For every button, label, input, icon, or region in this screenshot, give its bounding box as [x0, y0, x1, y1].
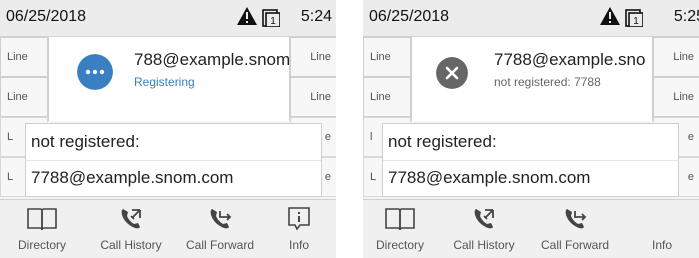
line-key-label: Line — [370, 91, 391, 103]
line-indicator-icon: 1 — [625, 9, 643, 27]
warning-icon — [600, 7, 620, 25]
registration-status: Registering — [134, 75, 195, 89]
line-key-area: Line Line l L Line Line e e 7788@example… — [363, 37, 699, 199]
line-key-right-1[interactable]: Line — [653, 37, 699, 77]
svg-text:1: 1 — [270, 16, 276, 27]
line-key-area: Line Line L L Line Line e e 788@example.… — [0, 37, 336, 199]
registering-icon — [77, 54, 113, 90]
line-key-left-2[interactable]: Line — [363, 77, 411, 117]
warning-icon — [237, 7, 257, 25]
line-key-right-2[interactable]: Line — [290, 77, 336, 117]
line-key-right-1[interactable]: Line — [290, 37, 336, 77]
line-key-label: Line — [673, 51, 694, 63]
call-history-softkey[interactable]: Call History — [84, 200, 178, 258]
softkey-label: Call History — [100, 238, 162, 252]
line-key-label: e — [687, 131, 694, 143]
softkey-bar: Directory Call History Call Forward Info — [363, 199, 699, 258]
softkey-label: Call History — [453, 238, 515, 252]
call-history-softkey[interactable]: Call History — [437, 200, 531, 258]
registration-status: not registered: 7788 — [494, 75, 601, 89]
message-account: 7788@example.snom.com — [31, 168, 234, 187]
line-key-left-1[interactable]: Line — [363, 37, 411, 77]
status-bar: 06/25/2018 1 5:25 — [363, 0, 699, 37]
message-account: 7788@example.snom.com — [388, 168, 591, 187]
softkey-label: Call Forward — [185, 238, 254, 252]
registration-popup: 7788@example.sno not registered: 7788 — [411, 37, 653, 121]
call-history-icon — [121, 209, 141, 229]
directory-softkey[interactable]: Directory — [363, 200, 437, 258]
message-title: not registered: — [388, 132, 497, 151]
softkey-label: Directory — [17, 238, 66, 252]
status-bar: 06/25/2018 1 5:24 — [0, 0, 336, 37]
softkey-label: Call Forward — [540, 238, 609, 252]
line-key-label: Line — [673, 91, 694, 103]
line-key-label: Line — [7, 51, 28, 63]
line-key-left-1[interactable]: Line — [0, 37, 48, 77]
message-divider — [26, 160, 321, 161]
line-key-label: e — [324, 131, 331, 143]
call-history-icon — [474, 209, 494, 229]
message-box: not registered: 7788@example.snom.com — [25, 123, 322, 197]
line-indicator-icon: 1 — [262, 9, 280, 27]
line-key-label: L — [7, 171, 14, 183]
account-name: 7788@example.sno — [494, 50, 646, 69]
line-key-left-2[interactable]: Line — [0, 77, 48, 117]
line-key-label: Line — [370, 51, 391, 63]
line-key-label: e — [687, 171, 694, 183]
directory-icon — [385, 208, 415, 231]
error-icon — [436, 57, 468, 89]
status-time: 5:24 — [300, 8, 332, 25]
info-softkey[interactable]: Info — [262, 200, 336, 258]
line-key-label: L — [7, 131, 14, 143]
svg-text:1: 1 — [633, 16, 639, 27]
line-key-label: L — [370, 171, 377, 183]
line-key-right-2[interactable]: Line — [653, 77, 699, 117]
info-softkey[interactable]: Info — [629, 200, 695, 258]
status-date: 06/25/2018 — [369, 8, 450, 25]
registration-popup: 788@example.snom Registering — [48, 37, 290, 121]
phone-screen-registering: 06/25/2018 1 5:24 Line Line L L Line Lin… — [0, 0, 336, 258]
directory-softkey[interactable]: Directory — [0, 200, 84, 258]
info-icon — [288, 207, 310, 231]
message-divider — [383, 160, 678, 161]
call-forward-softkey[interactable]: Call Forward — [178, 200, 262, 258]
status-date: 06/25/2018 — [6, 8, 87, 25]
line-key-label: Line — [7, 91, 28, 103]
line-key-label: Line — [310, 91, 331, 103]
call-forward-softkey[interactable]: Call Forward — [531, 200, 619, 258]
softkey-label: Directory — [375, 238, 424, 252]
line-key-label: l — [370, 131, 373, 143]
message-title: not registered: — [31, 132, 140, 151]
softkey-label: Info — [651, 238, 672, 252]
phone-screen-not-registered: 06/25/2018 1 5:25 Line Line l L Line Lin… — [363, 0, 699, 258]
softkey-bar: Directory Call History Call Forward Info — [0, 199, 336, 258]
softkey-label: Info — [288, 238, 309, 252]
message-box: not registered: 7788@example.snom.com — [382, 123, 679, 197]
directory-icon — [27, 208, 57, 231]
account-name: 788@example.snom — [134, 50, 290, 69]
call-forward-icon — [210, 209, 232, 229]
call-forward-icon — [565, 209, 587, 229]
line-key-label: Line — [310, 51, 331, 63]
status-time: 5:25 — [673, 8, 699, 25]
line-key-label: e — [324, 171, 331, 183]
